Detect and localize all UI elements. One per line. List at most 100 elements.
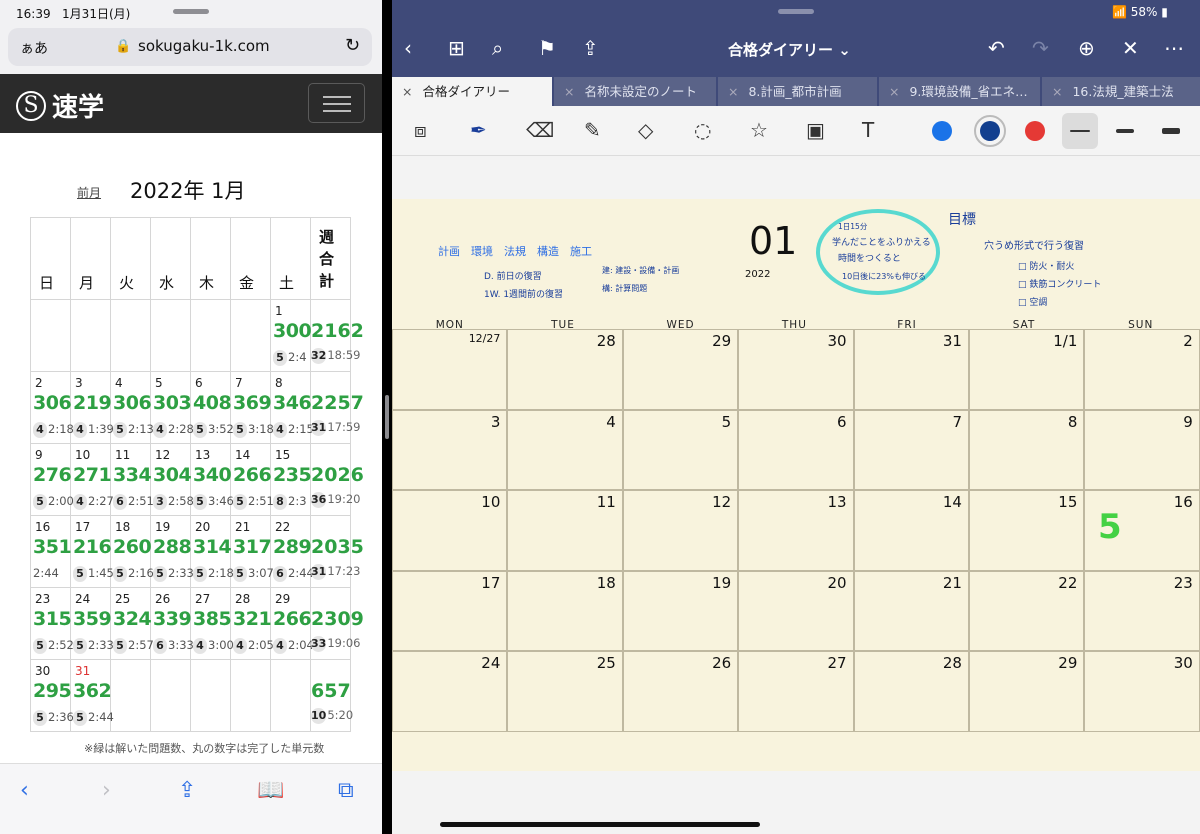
image-icon[interactable]: ▣: [806, 118, 825, 142]
day-cell[interactable]: 23: [1084, 570, 1200, 651]
day-cell[interactable]: 25 324 5 2:57: [110, 587, 154, 660]
url-text[interactable]: sokugaku-1k.com: [138, 37, 270, 55]
day-cell[interactable]: 11: [507, 490, 623, 571]
day-cell[interactable]: 1 300 5 2:4: [270, 299, 312, 372]
day-cell[interactable]: 7: [853, 409, 969, 490]
day-cell[interactable]: 24: [392, 651, 508, 732]
day-cell[interactable]: 15: [969, 490, 1085, 571]
add-page-icon[interactable]: ⊕: [1078, 36, 1095, 60]
day-cell[interactable]: 25: [507, 651, 623, 732]
day-cell[interactable]: 30: [738, 329, 854, 410]
back-icon[interactable]: ‹: [20, 778, 29, 803]
day-cell[interactable]: 6 408 5 3:52: [190, 371, 234, 444]
bookmark-icon[interactable]: ⚑: [538, 36, 556, 60]
more-icon[interactable]: ⋯: [1164, 36, 1184, 60]
day-cell[interactable]: 30: [1084, 651, 1200, 732]
day-cell[interactable]: 9 276 5 2:00: [30, 443, 74, 516]
share-icon[interactable]: ⇪: [178, 778, 196, 803]
reload-icon[interactable]: ↻: [345, 35, 360, 56]
stroke-medium[interactable]: [1116, 129, 1134, 133]
site-logo[interactable]: S 速学: [16, 87, 104, 124]
day-cell[interactable]: 29: [969, 651, 1085, 732]
day-cell[interactable]: 3 219 4 1:39: [70, 371, 114, 444]
day-cell[interactable]: 26 339 6 3:33: [150, 587, 194, 660]
day-cell[interactable]: 4 306 5 2:13: [110, 371, 154, 444]
eraser-icon[interactable]: ⌫: [526, 118, 554, 142]
day-cell[interactable]: 24 359 5 2:33: [70, 587, 114, 660]
day-cell[interactable]: 16 351 2:44: [30, 515, 72, 588]
day-cell[interactable]: 7 369 5 3:18: [230, 371, 274, 444]
search-icon[interactable]: ⌕: [492, 36, 503, 60]
day-cell[interactable]: 26: [622, 651, 739, 732]
diary-page[interactable]: 計画 環境 法規 構造 施工 D. 前日の復習 1W. 1週間前の復習 建: 建…: [392, 199, 1200, 771]
day-cell[interactable]: 22 289 6 2:44: [270, 515, 314, 588]
multitask-handle-right[interactable]: [778, 9, 814, 14]
day-cell[interactable]: 8 346 4 2:15: [270, 371, 314, 444]
text-size-button[interactable]: ぁあ: [20, 38, 48, 58]
day-cell[interactable]: 14 266 5 2:51: [230, 443, 274, 516]
day-cell[interactable]: 17 216 5 1:45: [70, 515, 114, 588]
day-cell[interactable]: 9: [1084, 409, 1200, 490]
day-cell[interactable]: 28 321 4 2:05: [230, 587, 274, 660]
doc-tab[interactable]: × 8.計画_都市計画: [718, 77, 877, 106]
day-cell[interactable]: 18 260 5 2:16: [110, 515, 154, 588]
day-cell[interactable]: 31 362 5 2:44: [70, 659, 114, 732]
tabs-icon[interactable]: ⧉: [338, 778, 354, 803]
day-cell[interactable]: 28: [507, 329, 623, 410]
day-cell[interactable]: 14: [853, 490, 969, 571]
prev-month-link[interactable]: 前月: [77, 184, 101, 201]
day-cell[interactable]: 28: [853, 651, 969, 732]
day-cell[interactable]: 23 315 5 2:52: [30, 587, 74, 660]
day-cell[interactable]: 5: [622, 409, 739, 490]
day-cell[interactable]: 2: [1084, 329, 1200, 410]
pen-icon[interactable]: ✒: [470, 118, 487, 142]
day-cell[interactable]: 2 306 4 2:18: [30, 371, 74, 444]
day-cell[interactable]: 10 271 4 2:27: [70, 443, 114, 516]
day-cell[interactable]: 30 295 5 2:36: [30, 659, 74, 732]
day-cell[interactable]: 12 304 3 2:58: [150, 443, 194, 516]
day-cell[interactable]: 3: [392, 409, 508, 490]
redo-icon[interactable]: ↷: [1032, 36, 1049, 60]
day-cell[interactable]: 12: [622, 490, 739, 571]
day-cell[interactable]: 22: [969, 570, 1085, 651]
sticker-icon[interactable]: ☆: [750, 118, 768, 142]
back-icon[interactable]: ‹: [404, 36, 412, 60]
doc-tab[interactable]: × 16.法規_建築士法: [1042, 77, 1200, 106]
close-icon[interactable]: ×: [564, 84, 574, 99]
undo-icon[interactable]: ↶: [988, 36, 1005, 60]
pen-mode-icon[interactable]: ✕: [1122, 36, 1139, 60]
close-icon[interactable]: ×: [1052, 84, 1062, 99]
stroke-thick[interactable]: [1162, 128, 1180, 134]
day-cell[interactable]: 31: [853, 329, 969, 410]
day-cell[interactable]: 19 288 5 2:33: [150, 515, 194, 588]
divider-grip[interactable]: [385, 395, 389, 439]
day-cell[interactable]: 17: [392, 570, 508, 651]
multitask-handle[interactable]: [173, 9, 209, 14]
address-field[interactable]: ぁあ 🔒 sokugaku-1k.com ↻: [8, 28, 372, 66]
bookmarks-icon[interactable]: 📖: [257, 778, 284, 803]
color-navy[interactable]: [980, 121, 1000, 141]
day-cell[interactable]: 13: [738, 490, 854, 571]
text-tool-icon[interactable]: T: [862, 118, 874, 142]
doc-tab[interactable]: × 合格ダイアリー: [392, 77, 552, 106]
split-divider[interactable]: [382, 0, 392, 834]
highlighter-icon[interactable]: ✎: [584, 118, 601, 142]
day-cell[interactable]: 13 340 5 3:46: [190, 443, 234, 516]
close-icon[interactable]: ×: [402, 84, 412, 99]
day-cell[interactable]: 8: [969, 409, 1085, 490]
day-cell[interactable]: 27: [738, 651, 854, 732]
day-cell[interactable]: 27 385 4 3:00: [190, 587, 234, 660]
share-icon[interactable]: ⇪: [582, 36, 599, 60]
day-cell[interactable]: 15 235 8 2:3: [270, 443, 312, 516]
day-cell[interactable]: 20 314 5 2:18: [190, 515, 234, 588]
day-cell[interactable]: 6: [738, 409, 854, 490]
day-cell[interactable]: 20: [738, 570, 854, 651]
doc-tab[interactable]: × 名称未設定のノート: [554, 77, 716, 106]
close-icon[interactable]: ×: [889, 84, 899, 99]
zoom-window-icon[interactable]: ⧈: [414, 118, 427, 142]
day-cell[interactable]: 10: [392, 490, 508, 571]
color-blue[interactable]: [932, 121, 952, 141]
day-cell[interactable]: 19: [622, 570, 739, 651]
day-cell[interactable]: 21 317 5 3:07: [230, 515, 274, 588]
shapes-icon[interactable]: ◇: [638, 118, 653, 142]
